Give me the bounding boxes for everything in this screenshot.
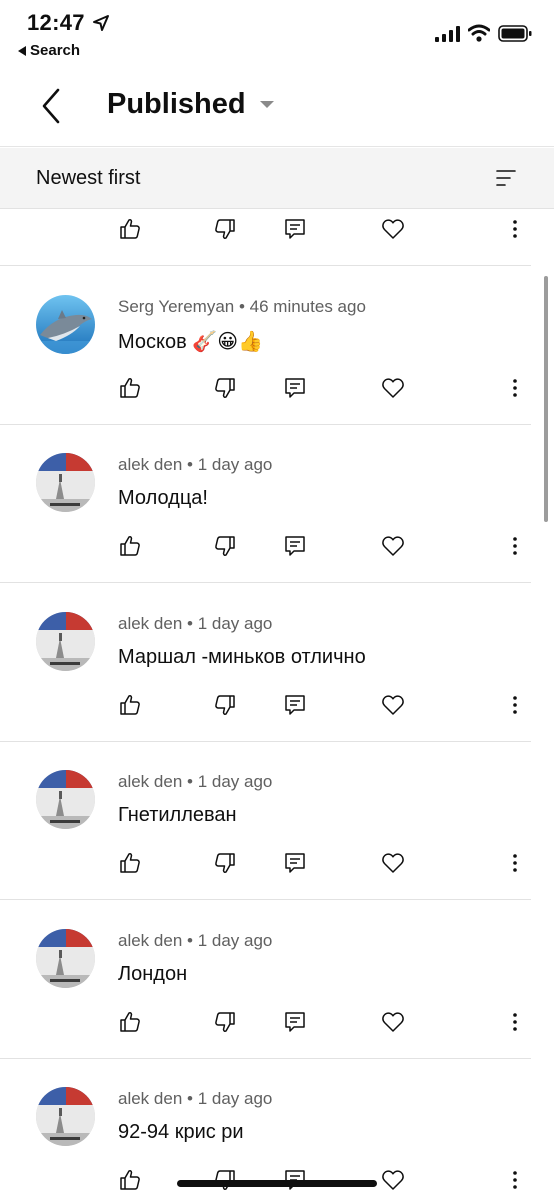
- sort-label: Newest first: [36, 167, 141, 189]
- comment-text: 92-94 крис ри: [118, 1121, 244, 1143]
- comment-item: Serg Yeremyan • 46 minutes ago Москов 🎸😀…: [0, 267, 531, 425]
- comment-text: Маршал -миньков отлично: [118, 645, 366, 668]
- more-vertical-icon[interactable]: [503, 534, 527, 558]
- thumbs-down-icon[interactable]: [213, 693, 237, 717]
- comment-item: alek den • 1 day ago Молодца!: [0, 425, 531, 583]
- meta-separator: •: [234, 296, 250, 316]
- comment-item: alek den • 1 day ago Лондон: [0, 901, 531, 1059]
- meta-separator: •: [182, 1089, 198, 1108]
- thumbs-down-icon[interactable]: [213, 534, 237, 558]
- thumbs-down-icon[interactable]: [213, 1010, 237, 1034]
- reply-icon[interactable]: [283, 1010, 307, 1034]
- heart-icon[interactable]: [381, 1010, 405, 1034]
- reply-icon[interactable]: [283, 376, 307, 400]
- avatar[interactable]: [36, 453, 95, 512]
- sort-bar: Newest first: [0, 148, 554, 209]
- avatar[interactable]: [36, 928, 95, 988]
- comment-text: Гнетиллеван: [118, 804, 237, 826]
- sort-icon[interactable]: [495, 168, 517, 188]
- avatar[interactable]: [36, 1087, 95, 1146]
- thumbs-up-icon[interactable]: [118, 1168, 142, 1192]
- comment-author[interactable]: alek den: [118, 772, 182, 791]
- more-vertical-icon[interactable]: [503, 1168, 527, 1192]
- reply-icon[interactable]: [283, 693, 307, 717]
- comment-author[interactable]: alek den: [118, 1089, 182, 1108]
- heart-icon[interactable]: [381, 217, 405, 241]
- comment-author[interactable]: Serg Yeremyan: [118, 297, 234, 316]
- dropdown-caret-icon: [259, 101, 274, 108]
- meta-separator: •: [182, 930, 198, 950]
- battery-icon: [498, 25, 532, 42]
- comment-age: 1 day ago: [197, 772, 273, 791]
- comment-age: 1 day ago: [197, 930, 273, 950]
- location-arrow-icon: [93, 15, 109, 31]
- thumbs-up-icon[interactable]: [118, 534, 142, 558]
- heart-icon[interactable]: [381, 534, 405, 558]
- comment-author[interactable]: alek den: [118, 614, 182, 633]
- cellular-signal-icon: [435, 26, 460, 42]
- page-title: Published: [107, 88, 246, 120]
- thumbs-up-icon[interactable]: [118, 851, 142, 875]
- status-bar: 12:47 Search: [0, 0, 554, 70]
- comment-meta: alek den • 1 day ago: [118, 1089, 272, 1109]
- thumbs-down-icon[interactable]: [213, 851, 237, 875]
- comment-age: 1 day ago: [197, 613, 273, 633]
- comment-meta: alek den • 1 day ago: [118, 455, 272, 475]
- meta-separator: •: [182, 613, 198, 633]
- avatar[interactable]: [36, 770, 95, 829]
- comments-list: Линкин парк парк горково 😂 Serg Yeremyan…: [0, 209, 554, 1200]
- back-to-app-link[interactable]: Search: [18, 42, 80, 59]
- more-vertical-icon[interactable]: [503, 693, 527, 717]
- reply-icon[interactable]: [283, 534, 307, 558]
- reply-icon[interactable]: [283, 217, 307, 241]
- comment-item: Линкин парк парк горково 😂: [0, 209, 531, 266]
- scrollbar[interactable]: [544, 276, 548, 522]
- thumbs-up-icon[interactable]: [118, 693, 142, 717]
- avatar[interactable]: [36, 611, 95, 671]
- comment-text: Лондон: [118, 962, 188, 985]
- home-indicator[interactable]: [177, 1180, 377, 1187]
- comment-author[interactable]: alek den: [118, 931, 182, 950]
- comment-meta: alek den • 1 day ago: [118, 931, 272, 951]
- avatar[interactable]: [36, 294, 95, 354]
- comment-item: alek den • 1 day ago 92-94 крис ри: [0, 1059, 531, 1200]
- back-triangle-icon: [18, 45, 26, 56]
- comment-text: Молодца!: [118, 487, 208, 509]
- comment-item: alek den • 1 day ago Маршал -миньков отл…: [0, 584, 531, 742]
- thumbs-down-icon[interactable]: [213, 217, 237, 241]
- thumbs-up-icon[interactable]: [118, 217, 142, 241]
- comment-age: 1 day ago: [197, 455, 273, 474]
- comment-text: Москов 🎸😀👍: [118, 330, 263, 353]
- more-vertical-icon[interactable]: [503, 851, 527, 875]
- filter-dropdown[interactable]: Published: [107, 88, 274, 121]
- thumbs-up-icon[interactable]: [118, 1010, 142, 1034]
- more-vertical-icon[interactable]: [503, 376, 527, 400]
- more-vertical-icon[interactable]: [503, 217, 527, 241]
- status-time: 12:47: [27, 10, 85, 35]
- more-vertical-icon[interactable]: [503, 1010, 527, 1034]
- reply-icon[interactable]: [283, 851, 307, 875]
- back-chevron-icon[interactable]: [36, 84, 70, 128]
- heart-icon[interactable]: [381, 376, 405, 400]
- comment-age: 46 minutes ago: [249, 296, 366, 316]
- meta-separator: •: [182, 455, 198, 474]
- wifi-icon: [468, 24, 490, 42]
- comment-meta: Serg Yeremyan • 46 minutes ago: [118, 297, 366, 317]
- meta-separator: •: [182, 772, 198, 791]
- comment-meta: alek den • 1 day ago: [118, 772, 272, 792]
- app-header: Published: [0, 70, 554, 147]
- heart-icon[interactable]: [381, 1168, 405, 1192]
- thumbs-up-icon[interactable]: [118, 376, 142, 400]
- thumbs-down-icon[interactable]: [213, 376, 237, 400]
- comment-item: alek den • 1 day ago Гнетиллеван: [0, 742, 531, 900]
- back-app-label: Search: [30, 42, 81, 59]
- heart-icon[interactable]: [381, 851, 405, 875]
- heart-icon[interactable]: [381, 693, 405, 717]
- comment-age: 1 day ago: [197, 1089, 273, 1108]
- comment-author[interactable]: alek den: [118, 455, 182, 474]
- comment-meta: alek den • 1 day ago: [118, 614, 272, 634]
